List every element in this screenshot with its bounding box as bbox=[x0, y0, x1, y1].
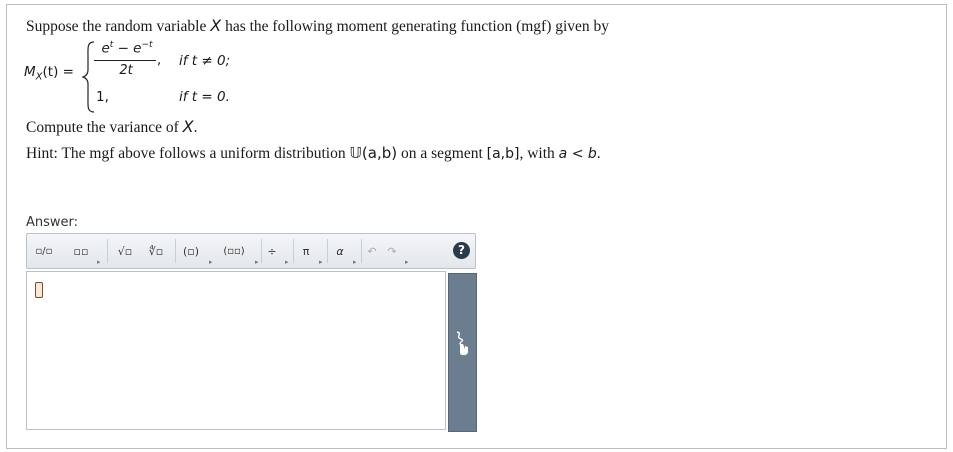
mgf-lhs: MX(t) = bbox=[24, 64, 74, 83]
caret-icon: ▸ bbox=[405, 258, 409, 266]
toolbar-separator bbox=[327, 239, 328, 263]
case1-condition: if t ≠ 0; bbox=[179, 53, 231, 69]
math-toolbar: ▫/▫ ▫▫ ▸ √▫ ∜▫ (▫) ▸ (▫▫) ▸ ÷ ▸ π ▸ α ▸ … bbox=[26, 233, 476, 269]
divide-icon: ÷ bbox=[267, 244, 277, 258]
compute-instruction: Compute the variance of X. bbox=[26, 117, 198, 136]
paren-button[interactable]: (▫) bbox=[179, 241, 203, 261]
fraction-button[interactable]: ▫/▫ bbox=[35, 241, 53, 261]
matrix-button[interactable]: (▫▫) bbox=[217, 238, 251, 264]
greek-button[interactable]: α bbox=[333, 241, 347, 261]
question-intro: Suppose the random variable X has the fo… bbox=[26, 16, 610, 35]
nthroot-button[interactable]: ∜▫ bbox=[143, 241, 169, 261]
fraction-denominator: 2t bbox=[119, 63, 133, 78]
superscript-icon: ▫▫ bbox=[73, 244, 89, 258]
fraction-numerator: et − e−t bbox=[101, 40, 153, 57]
case2-condition: if t = 0. bbox=[179, 89, 230, 105]
caret-icon: ▸ bbox=[285, 258, 289, 266]
caret-icon: ▸ bbox=[97, 258, 101, 266]
divide-button[interactable]: ÷ bbox=[265, 241, 279, 261]
mgf-piecewise: MX(t) = et − e−t 2t , if t ≠ 0; 1, if t … bbox=[24, 40, 284, 114]
sqrt-icon: √▫ bbox=[117, 244, 133, 258]
handwriting-panel-toggle[interactable] bbox=[448, 273, 477, 432]
toolbar-separator bbox=[361, 239, 362, 263]
fraction-icon: ▫/▫ bbox=[35, 245, 53, 257]
toolbar-separator bbox=[175, 239, 176, 263]
text-cursor-icon bbox=[35, 282, 43, 298]
sqrt-button[interactable]: √▫ bbox=[113, 241, 137, 261]
answer-editor[interactable] bbox=[26, 271, 446, 430]
caret-icon: ▸ bbox=[255, 258, 259, 266]
pi-button[interactable]: π bbox=[299, 241, 313, 261]
toolbar-separator bbox=[107, 239, 108, 263]
help-icon: ? bbox=[458, 243, 465, 257]
toolbar-separator bbox=[293, 239, 294, 263]
redo-icon: ↷ bbox=[387, 244, 397, 258]
fraction-bar bbox=[94, 60, 156, 61]
handwriting-icon bbox=[456, 331, 468, 356]
matrix-icon: (▫▫) bbox=[223, 245, 245, 257]
parentheses-icon: (▫) bbox=[182, 244, 200, 258]
undo-icon: ↶ bbox=[367, 244, 377, 258]
redo-button[interactable]: ↷ bbox=[385, 241, 399, 261]
case2-value: 1, bbox=[96, 89, 109, 105]
hint-text: Hint: The mgf above follows a uniform di… bbox=[26, 144, 601, 162]
answer-label: Answer: bbox=[26, 215, 79, 230]
pi-icon: π bbox=[302, 244, 310, 258]
help-button[interactable]: ? bbox=[453, 242, 470, 259]
alpha-icon: α bbox=[336, 244, 344, 258]
left-brace bbox=[82, 41, 95, 113]
caret-icon: ▸ bbox=[319, 258, 323, 266]
nthroot-icon: ∜▫ bbox=[148, 244, 164, 258]
caret-icon: ▸ bbox=[353, 258, 357, 266]
caret-icon: ▸ bbox=[209, 258, 213, 266]
toolbar-separator bbox=[261, 239, 262, 263]
undo-button[interactable]: ↶ bbox=[365, 241, 379, 261]
superscript-button[interactable]: ▫▫ bbox=[71, 241, 91, 261]
case1-comma: , bbox=[157, 53, 162, 68]
